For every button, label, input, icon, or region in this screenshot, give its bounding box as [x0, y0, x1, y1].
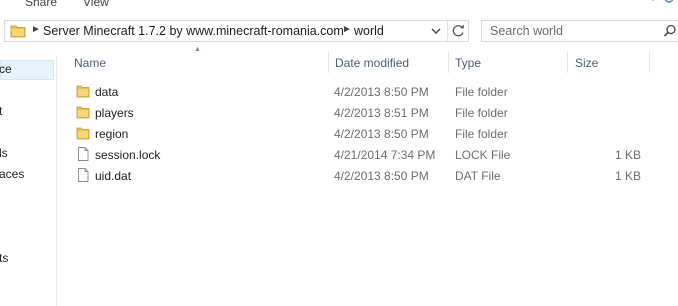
nav-item-1[interactable]: ce	[0, 62, 12, 76]
folder-icon	[76, 105, 90, 119]
chevron-down-icon[interactable]	[648, 0, 658, 6]
nav-item-3[interactable]: ls	[0, 146, 8, 160]
breadcrumb-separator-icon[interactable]: ►	[342, 24, 352, 35]
file-row-session-lock[interactable]: session.lock 4/21/2014 7:34 PM LOCK File…	[70, 144, 650, 164]
chevron-down-icon[interactable]	[429, 23, 443, 39]
column-header-type[interactable]: Type	[449, 50, 567, 74]
nav-item-5[interactable]: ts	[0, 251, 8, 265]
column-divider[interactable]	[649, 51, 650, 73]
file-row-uid-dat[interactable]: uid.dat 4/2/2013 8:50 PM DAT File 1 KB	[70, 165, 650, 185]
file-row-data[interactable]: data 4/2/2013 8:50 PM File folder	[70, 81, 650, 101]
file-date: 4/2/2013 8:50 PM	[334, 169, 429, 183]
file-type: File folder	[455, 85, 508, 99]
help-icon[interactable]	[664, 0, 674, 8]
folder-icon	[76, 126, 90, 140]
file-name: uid.dat	[95, 169, 132, 183]
column-label-size: Size	[575, 56, 599, 70]
file-icon	[76, 168, 90, 182]
breadcrumb-item-world[interactable]: world	[354, 24, 384, 38]
tab-share[interactable]: Share	[25, 0, 57, 9]
breadcrumb-separator-icon[interactable]: ►	[31, 24, 41, 35]
file-type: LOCK File	[455, 148, 511, 162]
file-row-players[interactable]: players 4/2/2013 8:51 PM File folder	[70, 102, 650, 122]
column-header-date[interactable]: Date modified	[329, 50, 448, 74]
file-size: 1 KB	[614, 148, 641, 162]
nav-item-4[interactable]: aces	[0, 167, 24, 181]
file-date: 4/21/2014 7:34 PM	[334, 148, 436, 162]
column-label-type: Type	[455, 56, 482, 70]
column-header-size[interactable]: Size	[568, 50, 649, 74]
file-date: 4/2/2013 8:51 PM	[334, 106, 429, 120]
nav-item-2[interactable]: t	[0, 104, 2, 118]
search-input[interactable]: Search world	[481, 20, 678, 42]
file-type: File folder	[455, 127, 508, 141]
refresh-icon[interactable]	[447, 21, 468, 41]
address-bar[interactable]: ► Server Minecraft 1.7.2 by www.minecraf…	[4, 20, 469, 42]
file-size: 1 KB	[614, 169, 641, 183]
ribbon-tab-bar: Share View	[0, 0, 678, 12]
file-type: File folder	[455, 106, 508, 120]
navigation-pane: ce t ls aces ts	[0, 56, 57, 306]
file-type: DAT File	[455, 169, 501, 183]
search-icon[interactable]	[663, 24, 677, 38]
file-name: region	[95, 127, 129, 141]
file-name: data	[95, 85, 119, 99]
folder-icon	[10, 24, 26, 38]
file-date: 4/2/2013 8:50 PM	[334, 85, 429, 99]
column-label-name: Name	[74, 56, 107, 70]
file-name: session.lock	[95, 148, 161, 162]
file-date: 4/2/2013 8:50 PM	[334, 127, 429, 141]
file-name: players	[95, 106, 134, 120]
column-header-name[interactable]: Name	[70, 50, 328, 74]
folder-icon	[76, 84, 90, 98]
tab-view[interactable]: View	[83, 0, 109, 9]
search-placeholder: Search world	[490, 24, 563, 38]
file-icon	[76, 147, 90, 161]
column-label-date: Date modified	[335, 56, 410, 70]
file-row-region[interactable]: region 4/2/2013 8:50 PM File folder	[70, 123, 650, 143]
breadcrumb-item-server[interactable]: Server Minecraft 1.7.2 by www.minecraft-…	[43, 24, 344, 38]
